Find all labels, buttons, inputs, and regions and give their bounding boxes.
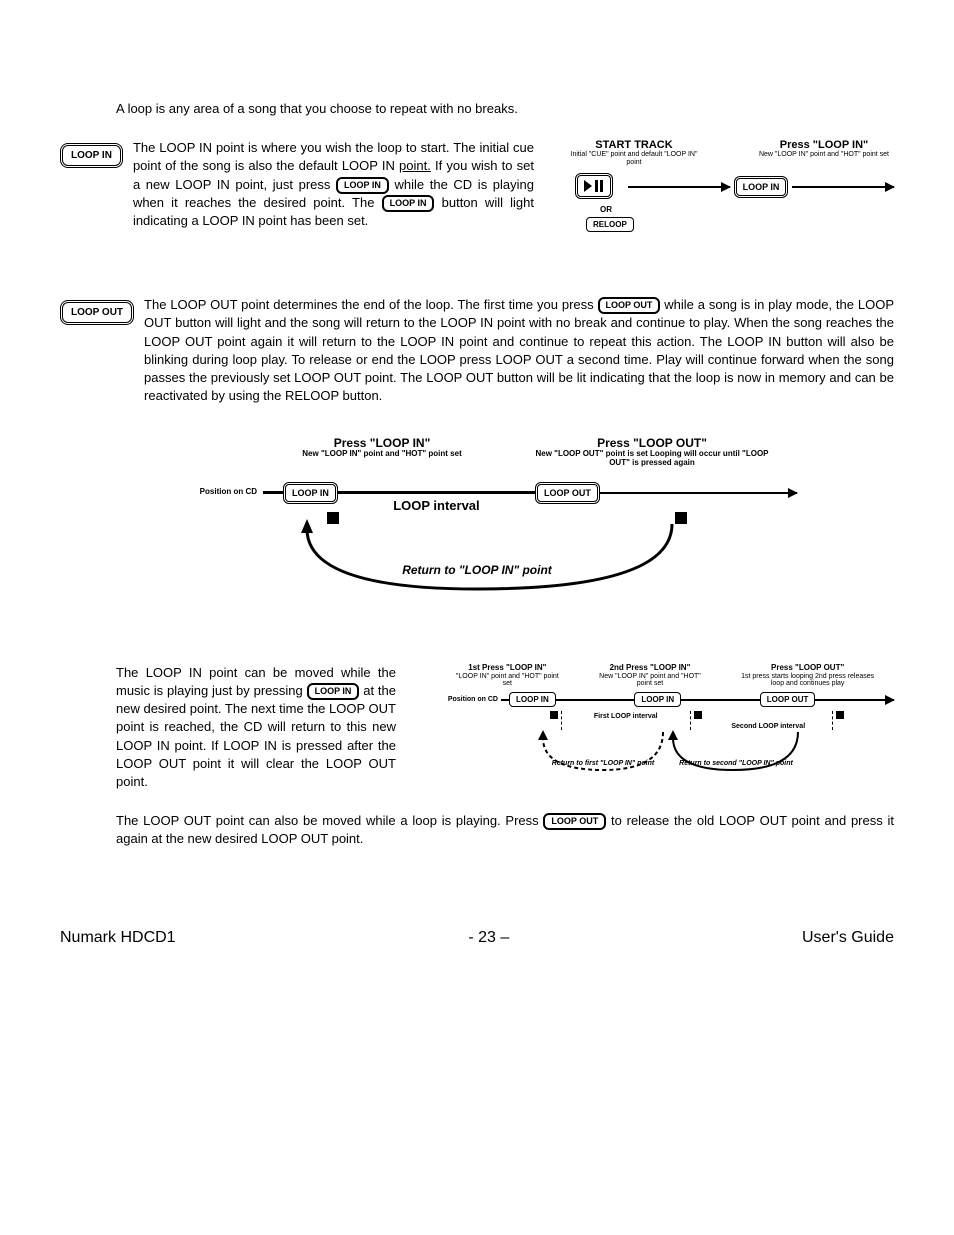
diagram-start-track: START TRACK Initial "CUE" point and defa… — [564, 139, 894, 232]
second-interval: Second LOOP interval — [731, 723, 805, 730]
d2-left-sub: New "LOOP IN" point and "HOT" point set — [282, 450, 482, 459]
d3-c2-sub: New "LOOP IN" point and "HOT" point set — [595, 673, 705, 688]
loop-interval-label: LOOP interval — [338, 498, 535, 513]
text: while a song is in play mode, the LOOP O… — [144, 297, 894, 403]
first-interval: First LOOP interval — [594, 713, 658, 720]
footer-right: User's Guide — [802, 929, 894, 947]
intro-text: A loop is any area of a song that you ch… — [116, 100, 894, 118]
svg-text:Return to "LOOP IN" point: Return to "LOOP IN" point — [402, 563, 553, 577]
diagram-loop-interval: Press "LOOP IN" New "LOOP IN" point and … — [157, 436, 797, 609]
text: The LOOP OUT point can also be moved whi… — [116, 813, 543, 828]
loop-in-box: LOOP IN — [509, 692, 556, 707]
or-label: OR — [600, 206, 894, 215]
reloop-box: RELOOP — [586, 217, 634, 232]
loop-in-box: LOOP IN — [634, 692, 681, 707]
d3-c1-title: 1st Press "LOOP IN" — [452, 664, 562, 673]
loop-in-icon: LOOP IN — [382, 195, 435, 212]
svg-text:Return to first "LOOP IN" poin: Return to first "LOOP IN" point — [552, 760, 655, 767]
loop-in-icon: LOOP IN — [336, 177, 389, 194]
diag1-left-sub: Initial "CUE" point and default "LOOP IN… — [564, 151, 704, 166]
d2-right-title: Press "LOOP OUT" — [532, 436, 772, 450]
loop-out-paragraph: The LOOP OUT point determines the end of… — [144, 296, 894, 405]
return-label: Return to "LOOP IN" point — [402, 563, 553, 577]
loop-out-icon: LOOP OUT — [543, 813, 606, 830]
loop-in-box: LOOP IN — [283, 482, 338, 504]
loop-out-icon: LOOP OUT — [598, 297, 661, 314]
loop-in-button: LOOP IN — [60, 143, 123, 168]
footer-center: - 23 – — [468, 929, 509, 947]
loop-in-box: LOOP IN — [734, 176, 789, 198]
move-loop-out-paragraph: The LOOP OUT point can also be moved whi… — [116, 812, 894, 848]
position-label: Position on CD — [436, 696, 501, 704]
play-pause-icon — [575, 173, 613, 199]
move-loop-in-paragraph: The LOOP IN point can be moved while the… — [116, 664, 396, 791]
d3-c2-title: 2nd Press "LOOP IN" — [595, 664, 705, 673]
diag1-right-title: Press "LOOP IN" — [754, 139, 894, 151]
d3-c3-title: Press "LOOP OUT" — [738, 664, 878, 673]
diag1-right-sub: New "LOOP IN" point and "HOT" point set — [754, 151, 894, 159]
loop-out-box: LOOP OUT — [760, 692, 816, 707]
diag1-left-title: START TRACK — [564, 139, 704, 151]
d2-right-sub: New "LOOP OUT" point is set Looping will… — [532, 450, 772, 468]
footer-left: Numark HDCD1 — [60, 929, 176, 947]
text: The LOOP OUT point determines the end of… — [144, 297, 597, 312]
loop-in-icon: LOOP IN — [307, 683, 360, 700]
loop-out-box: LOOP OUT — [535, 482, 600, 504]
d3-c3-sub: 1st press starts looping 2nd press relea… — [738, 673, 878, 688]
d3-c1-sub: "LOOP IN" point and "HOT" point set — [452, 673, 562, 688]
position-label: Position on CD — [157, 488, 263, 497]
d2-left-title: Press "LOOP IN" — [282, 436, 482, 450]
underlined-text: point. — [399, 158, 431, 173]
loop-out-button: LOOP OUT — [60, 300, 134, 325]
loop-in-paragraph: The LOOP IN point is where you wish the … — [133, 139, 534, 230]
return2: Return to second "LOOP IN" point — [679, 760, 793, 767]
return1: Return to first "LOOP IN" point — [552, 760, 655, 767]
diagram-two-loop-in: 1st Press "LOOP IN" "LOOP IN" point and … — [436, 664, 894, 785]
svg-text:Return to second "LOOP IN" poi: Return to second "LOOP IN" point — [679, 760, 793, 767]
